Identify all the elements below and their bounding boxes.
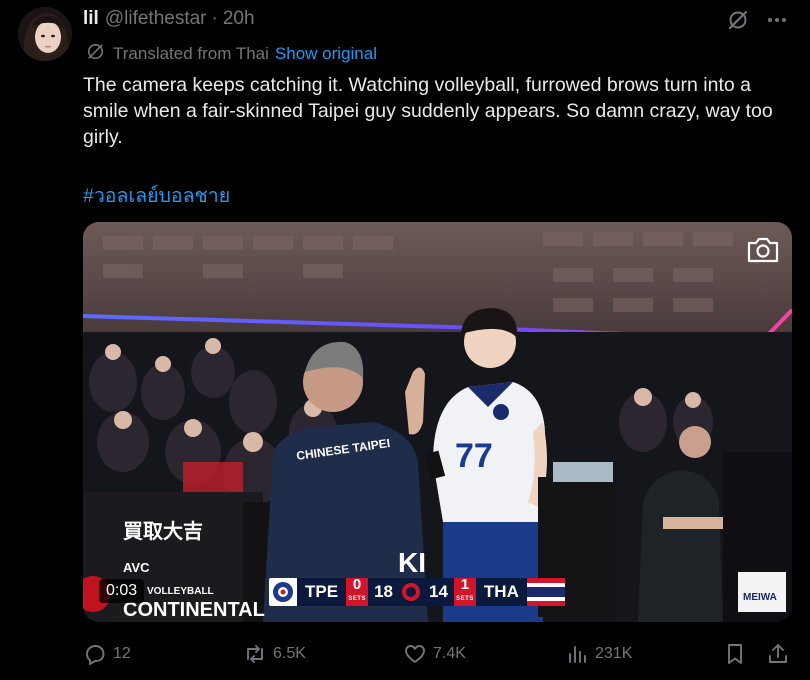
- like-count: 7.4K: [433, 645, 466, 662]
- repost-button[interactable]: 6.5K: [243, 640, 306, 668]
- meiwa-text: MEIWA: [743, 592, 777, 603]
- team-b-sets-value: 1: [460, 576, 470, 593]
- team-a-name: TPE: [297, 578, 347, 606]
- sponsor-text: 買取大吉: [123, 520, 203, 543]
- video-duration: 0:03: [99, 579, 145, 603]
- tournament-logo-icon: [401, 583, 420, 601]
- team-a-points: 18: [374, 582, 393, 601]
- team-a-sets-value: 0: [352, 576, 362, 593]
- team-b-sets: 1 SETS: [453, 576, 476, 606]
- translation-notice: Translated from Thai Show original: [86, 42, 377, 66]
- tweet-header: lil @lifethestar · 20h: [83, 8, 255, 30]
- translate-icon: [86, 42, 105, 66]
- tweet-text: The camera keeps catching it. Watching v…: [83, 74, 773, 148]
- continental-text: CONTINENTAL: [123, 599, 265, 621]
- tweet-top-actions: [726, 8, 788, 32]
- reply-button[interactable]: 12: [83, 640, 131, 668]
- separator-dot: ·: [211, 8, 218, 29]
- team-b-name: THA: [475, 578, 527, 606]
- tha-flag-icon: [526, 578, 565, 607]
- like-button[interactable]: 7.4K: [403, 640, 466, 668]
- ki-text: KI: [398, 547, 426, 578]
- team-a-sets: 0 SETS: [346, 576, 369, 606]
- video-frame: CHINESE TAIPEI 77 買取大吉 AVC VOLLEYBALL CO…: [83, 222, 792, 622]
- camera-icon[interactable]: [746, 236, 780, 269]
- grok-icon[interactable]: [726, 8, 750, 32]
- points-panel: 18 14: [368, 578, 454, 606]
- bookmark-button[interactable]: [724, 640, 746, 668]
- heart-icon: [403, 642, 427, 666]
- avatar-image: [18, 7, 72, 61]
- hashtag-link[interactable]: #วอลเลย์บอลชาย: [83, 180, 230, 211]
- share-button[interactable]: [766, 640, 790, 668]
- repost-icon: [243, 642, 267, 666]
- video-player[interactable]: CHINESE TAIPEI 77 買取大吉 AVC VOLLEYBALL CO…: [83, 222, 792, 622]
- views-button[interactable]: 231K: [565, 640, 632, 668]
- reply-count: 12: [113, 645, 131, 662]
- tweet-actions: 12 6.5K 7.4K 231K: [83, 640, 793, 668]
- user-handle[interactable]: @lifethestar: [105, 8, 207, 30]
- volleyball-text: VOLLEYBALL: [147, 586, 214, 597]
- sets-label: SETS: [348, 596, 366, 602]
- jersey-number: 77: [455, 437, 493, 475]
- scoreboard: TPE 0 SETS 18 14 1 SETS THA: [269, 576, 565, 607]
- bookmark-icon: [724, 642, 746, 666]
- reply-icon: [83, 642, 107, 666]
- avc-text: AVC: [123, 560, 150, 575]
- avatar[interactable]: [18, 7, 72, 61]
- tpe-flag-icon: [269, 578, 297, 606]
- translated-label: Translated from Thai: [113, 44, 269, 63]
- timestamp[interactable]: 20h: [223, 8, 255, 30]
- team-b-points: 14: [428, 582, 448, 601]
- views-icon: [565, 642, 589, 666]
- more-icon[interactable]: [766, 9, 788, 31]
- views-count: 231K: [595, 645, 633, 662]
- display-name[interactable]: lil: [83, 8, 99, 30]
- share-icon: [766, 642, 790, 666]
- repost-count: 6.5K: [273, 645, 306, 662]
- sets-label-b: SETS: [456, 596, 474, 602]
- show-original-link[interactable]: Show original: [275, 44, 377, 64]
